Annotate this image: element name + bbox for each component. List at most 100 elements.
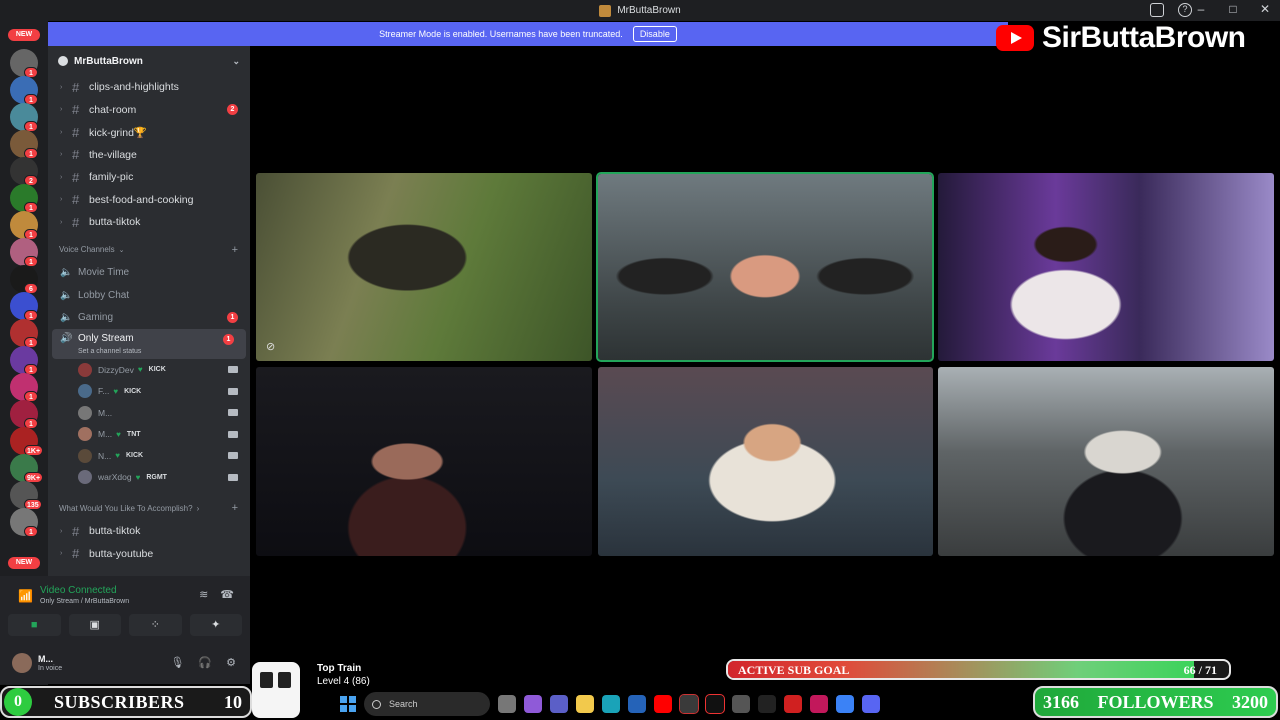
discord-icon[interactable] (862, 695, 880, 713)
server-icon[interactable]: 1 (10, 346, 38, 375)
sub-goal-count: 66 / 71 (1183, 663, 1217, 677)
noise-suppression-icon[interactable]: ≋ (199, 588, 208, 601)
server-icon[interactable]: 1 (10, 400, 38, 429)
taskview-icon[interactable] (498, 695, 516, 713)
category-label: What Would You Like To Accomplish? (59, 503, 193, 513)
video-tile[interactable] (938, 173, 1274, 361)
server-icon[interactable]: 2 (10, 157, 38, 186)
headphones-icon[interactable]: 🎧 (198, 656, 212, 669)
game-app-icon[interactable] (758, 695, 776, 713)
signal-icon[interactable]: 📶 (18, 589, 33, 603)
avatar (78, 427, 92, 442)
obs-icon[interactable] (732, 695, 750, 713)
server-icon[interactable]: 1 (10, 292, 38, 321)
top-train-title: Top Train (317, 663, 362, 674)
voice-channel[interactable]: 🔈 Movie Time (48, 262, 250, 285)
server-icon[interactable]: 1 (10, 76, 38, 105)
server-icon[interactable]: 1 (10, 184, 38, 213)
text-channel[interactable]: › # butta-tiktok (48, 211, 250, 234)
activities-button[interactable]: ⁘ (129, 614, 182, 636)
video-tile[interactable] (598, 367, 933, 556)
text-channel[interactable]: › # butta-tiktok (48, 520, 250, 543)
add-channel-icon[interactable]: + (232, 502, 238, 514)
edge-icon[interactable] (602, 695, 620, 713)
text-channel[interactable]: › # family-pic (48, 166, 250, 189)
voice-user[interactable]: F... ♥ KICK (48, 381, 250, 403)
voice-user[interactable]: warXdog ♥ RGMT (48, 467, 250, 489)
disable-button[interactable]: Disable (632, 26, 677, 42)
video-tile[interactable]: ⊘ (256, 173, 592, 361)
server-icon[interactable]: 1K+ (10, 427, 44, 456)
text-channel[interactable]: › # the-village (48, 144, 250, 167)
server-icon[interactable]: 135 (10, 481, 42, 510)
text-channel[interactable]: › # chat-room 2 (48, 99, 250, 122)
server-icon[interactable]: 1 (10, 319, 38, 348)
gear-icon[interactable]: ⚙ (226, 656, 236, 669)
red-app-icon[interactable] (784, 695, 802, 713)
text-channel[interactable]: › # kick-grind🏆 (48, 121, 250, 144)
server-icon[interactable]: 1 (10, 211, 38, 240)
voice-user[interactable]: DizzyDev ♥ KICK (48, 359, 250, 381)
voice-category[interactable]: Voice Channels ⌄ + (48, 238, 250, 262)
copilot-icon[interactable] (524, 695, 542, 713)
voice-user[interactable]: M... ♥ TNT (48, 424, 250, 446)
heart-icon: ♥ (137, 365, 143, 375)
pink-app-icon[interactable] (810, 695, 828, 713)
server-icon[interactable]: 1 (10, 130, 38, 159)
server-icon[interactable]: 1 (10, 49, 38, 78)
camera-button[interactable]: ■ (8, 614, 61, 636)
microphone-icon[interactable]: 🎙 (170, 656, 184, 669)
voice-channel[interactable]: 🔈 Gaming 1 (48, 307, 250, 330)
camera-icon (228, 452, 238, 460)
search-icon (372, 699, 381, 709)
screen-share-button[interactable]: ▣ (68, 614, 121, 636)
video-tile-speaking[interactable] (596, 172, 934, 362)
close-button[interactable]: ✕ (1258, 2, 1272, 16)
voice-location[interactable]: Only Stream / MrButtaBrown (40, 598, 129, 605)
chevron-down-icon[interactable]: ⌄ (232, 56, 240, 67)
server-icon (58, 56, 68, 66)
soundboard-button[interactable]: ✦ (189, 614, 242, 636)
new-pill[interactable]: NEW (8, 29, 40, 41)
server-icon[interactable]: 1 (10, 238, 38, 267)
text-channel[interactable]: › # best-food-and-cooking (48, 189, 250, 212)
chevron-right-icon: › (60, 83, 63, 91)
subscribers-target: 10 (224, 691, 242, 712)
add-channel-icon[interactable]: + (232, 244, 238, 256)
disconnect-icon[interactable]: ☎ (220, 588, 234, 601)
tiktok-icon[interactable] (705, 694, 725, 714)
channel-label: butta-tiktok (89, 525, 141, 538)
maximize-button[interactable]: □ (1226, 2, 1240, 16)
teams-icon[interactable] (550, 695, 568, 713)
minimize-button[interactable]: – (1194, 2, 1208, 16)
youtube-app-icon[interactable] (654, 695, 672, 713)
inbox-icon[interactable] (1150, 3, 1164, 17)
taskbar-search[interactable]: Search (364, 692, 490, 716)
text-channel[interactable]: › # clips-and-highlights (48, 76, 250, 99)
avatar[interactable] (12, 653, 32, 673)
file-explorer-icon[interactable] (576, 695, 594, 713)
blue-app-icon[interactable] (836, 695, 854, 713)
voice-channel[interactable]: 🔈 Lobby Chat (48, 284, 250, 307)
server-icon[interactable]: 9K+ (10, 454, 44, 483)
store-icon[interactable] (628, 695, 646, 713)
xsplit-icon[interactable] (679, 694, 699, 714)
help-icon[interactable]: ? (1178, 3, 1192, 17)
voice-user[interactable]: N... ♥ KICK (48, 445, 250, 467)
category-accomplish[interactable]: What Would You Like To Accomplish? › + (48, 496, 250, 520)
voice-channel-active[interactable]: 🔊 Only Stream Set a channel status 1 (52, 329, 246, 359)
server-icon[interactable]: 1 (10, 508, 38, 537)
text-channel[interactable]: › # butta-youtube (48, 543, 250, 566)
server-icon[interactable]: 6 (10, 265, 38, 294)
server-header[interactable]: MrButtaBrown ⌄ (48, 46, 250, 76)
windows-start-icon[interactable] (340, 696, 356, 712)
channel-status[interactable]: Set a channel status (78, 348, 141, 355)
server-icon[interactable]: 1 (10, 103, 38, 132)
new-pill[interactable]: NEW (8, 557, 40, 569)
video-tile[interactable] (938, 367, 1274, 556)
video-tile[interactable] (256, 367, 592, 556)
server-icon[interactable]: 1 (10, 373, 38, 402)
channel-label: chat-room (89, 103, 137, 116)
voice-user[interactable]: M... (48, 402, 250, 424)
channel-label: kick-grind🏆 (89, 126, 148, 139)
